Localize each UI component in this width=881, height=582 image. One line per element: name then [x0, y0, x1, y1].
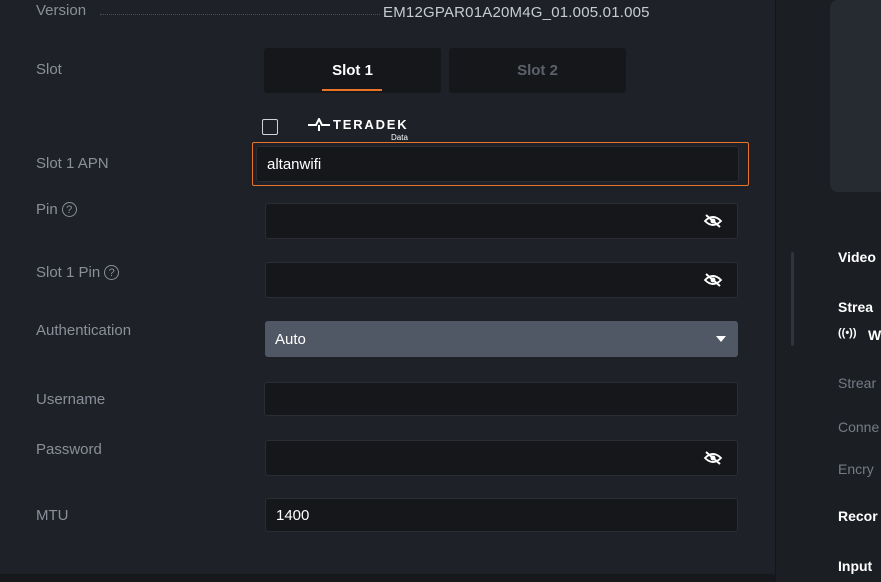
version-value: EM12GPAR01A20M4G_01.005.01.005: [383, 4, 650, 21]
slot-label: Slot: [36, 61, 62, 78]
scrollbar-thumb[interactable]: [791, 252, 794, 346]
pin-label: Pin ?: [36, 201, 77, 218]
tab-slot-1-label: Slot 1: [332, 62, 373, 79]
slot1-pin-label: Slot 1 Pin ?: [36, 264, 120, 281]
version-dotted-leader: [100, 14, 380, 15]
authentication-select[interactable]: Auto: [265, 321, 738, 357]
password-input[interactable]: [265, 440, 738, 476]
username-label: Username: [36, 391, 106, 408]
input-heading: Input: [838, 558, 873, 574]
authentication-value: Auto: [275, 330, 306, 348]
teradek-data-checkbox[interactable]: [262, 119, 278, 135]
teradek-logo-icon: [308, 118, 330, 131]
mtu-value: 1400: [276, 506, 310, 524]
mtu-input[interactable]: 1400: [265, 498, 738, 532]
video-preview: [830, 0, 881, 192]
question-circle-icon[interactable]: ?: [61, 202, 77, 217]
mtu-label: MTU: [36, 507, 69, 524]
slot1-pin-input[interactable]: [265, 262, 738, 298]
tab-slot-1[interactable]: Slot 1: [264, 48, 441, 93]
question-circle-icon[interactable]: ?: [104, 265, 120, 280]
apn-value: altanwifi: [267, 155, 322, 173]
teradek-data-logo: TERADEK Data: [308, 116, 428, 144]
brand-name: TERADEK: [333, 117, 409, 132]
wifi-icon: ((•)): [838, 327, 857, 339]
eye-slash-icon[interactable]: [703, 272, 723, 288]
authentication-label: Authentication: [36, 322, 132, 339]
username-input[interactable]: [264, 382, 738, 416]
slot-tab-group: Slot 1 Slot 2: [264, 48, 626, 93]
video-heading: Video: [838, 249, 876, 265]
record-heading: Recor: [838, 508, 878, 524]
caret-down-icon: [716, 336, 726, 342]
eye-slash-icon[interactable]: [703, 450, 723, 466]
settings-panel: Version EM12GPAR01A20M4G_01.005.01.005 S…: [0, 0, 775, 574]
encryption-row: Encry: [838, 461, 874, 477]
version-label: Version: [36, 2, 87, 19]
pin-label-text: Pin: [36, 201, 58, 218]
panel-footer: [0, 574, 775, 582]
stream-row: Strear: [838, 375, 877, 391]
password-label: Password: [36, 441, 102, 458]
wifi-status-text: W: [868, 327, 881, 343]
stream-heading: Strea: [838, 299, 874, 315]
tab-slot-2[interactable]: Slot 2: [449, 48, 626, 93]
connection-row: Conne: [838, 419, 880, 435]
slot1-pin-label-text: Slot 1 Pin: [36, 264, 101, 281]
tab-slot-2-label: Slot 2: [517, 62, 558, 79]
apn-input[interactable]: altanwifi: [256, 146, 739, 182]
apn-label: Slot 1 APN: [36, 155, 109, 172]
active-tab-indicator: [322, 89, 382, 91]
pin-input[interactable]: [265, 203, 738, 239]
eye-slash-icon[interactable]: [703, 213, 723, 229]
brand-sub: Data: [391, 133, 408, 142]
